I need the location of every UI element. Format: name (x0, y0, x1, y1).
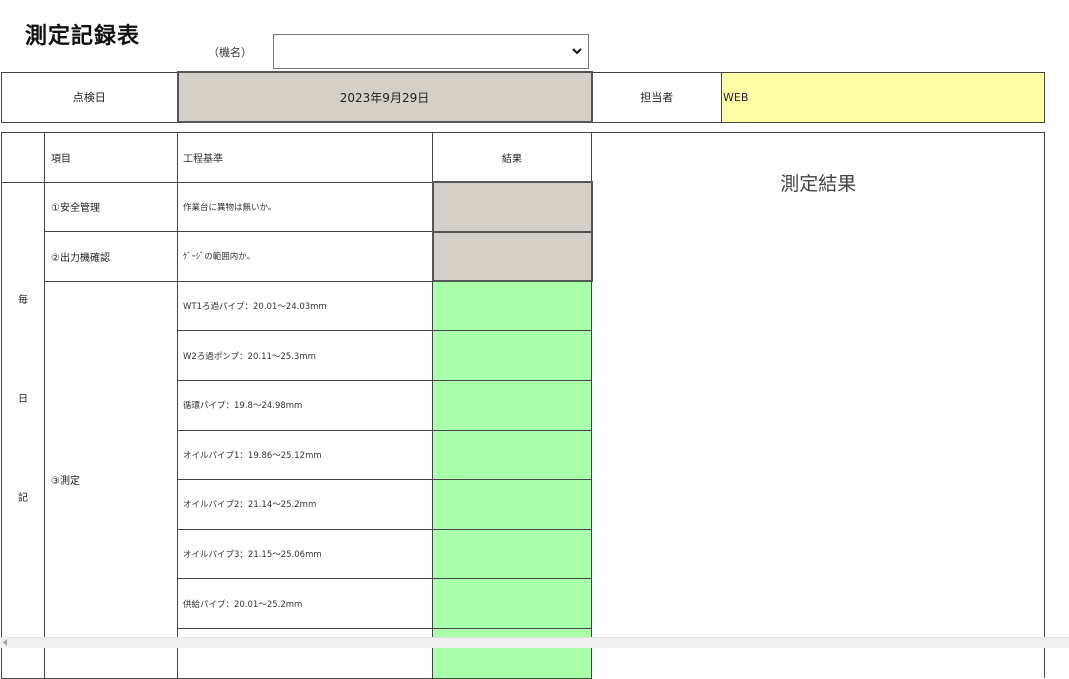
standard-cell: オイルパイプ1：19.86～25.12mm (177, 429, 433, 481)
col-header-standard: 工程基準 (177, 132, 433, 183)
standard-cell: WT1ろ過パイプ：20.01～24.03mm (177, 280, 433, 332)
standard-cell: 供給パイプ：20.01～25.2mm (177, 578, 433, 629)
col-header-result: 結果 (432, 132, 592, 183)
header-table: 点検日 2023年9月29日 担当者 WEB (1, 71, 1045, 123)
standard-cell: オイルパイプ3：21.15～25.06mm (177, 528, 433, 580)
standard-cell: ｹﾞｰｼﾞの範囲内か。 (177, 231, 433, 282)
result-field[interactable] (431, 230, 593, 283)
date-label: 点検日 (1, 71, 178, 123)
result-field[interactable] (432, 429, 592, 481)
machine-select[interactable] (273, 34, 589, 69)
result-field[interactable] (431, 181, 593, 233)
measurement-table: 項目 工程基準 結果 測定結果 毎 日 記 ①安全管理 作業台に異物は無いか。 … (1, 132, 1045, 679)
standard-cell: W2ろ過ポンプ：20.11～25.3mm (177, 330, 433, 381)
item-cell: ①安全管理 (44, 181, 178, 233)
category-cell: 毎 日 記 (1, 181, 45, 679)
category-char: 毎 (18, 294, 28, 306)
result-field[interactable] (432, 479, 592, 530)
result-field[interactable] (432, 528, 592, 580)
category-char: 日 (18, 393, 28, 405)
staff-field[interactable]: WEB (721, 71, 1045, 123)
result-panel: 測定結果 (591, 132, 1045, 679)
corner-cell (1, 132, 45, 183)
page-title: 測定記録表 (25, 24, 141, 49)
item-cell: ③測定 (44, 280, 178, 679)
col-header-item: 項目 (44, 132, 178, 183)
result-field[interactable] (432, 578, 592, 629)
standard-cell (177, 627, 433, 679)
result-field[interactable] (432, 379, 592, 431)
date-field[interactable]: 2023年9月29日 (176, 71, 593, 123)
result-field[interactable] (432, 627, 592, 679)
scroll-left-icon[interactable] (2, 639, 8, 646)
category-char: 記 (18, 492, 28, 504)
standard-cell: 循環パイプ：19.8～24.98mm (177, 379, 433, 431)
standard-cell: オイルパイプ2：21.14～25.2mm (177, 479, 433, 530)
chevron-down-icon (572, 48, 582, 55)
standard-cell: 作業台に異物は無いか。 (177, 181, 433, 233)
result-field[interactable] (432, 330, 592, 381)
result-panel-title: 測定結果 (780, 173, 857, 195)
item-cell: ②出力機確認 (44, 231, 178, 282)
machine-label: （機名） (208, 46, 252, 59)
staff-label: 担当者 (591, 71, 722, 123)
result-field[interactable] (432, 280, 592, 332)
horizontal-scrollbar[interactable] (0, 637, 1069, 648)
